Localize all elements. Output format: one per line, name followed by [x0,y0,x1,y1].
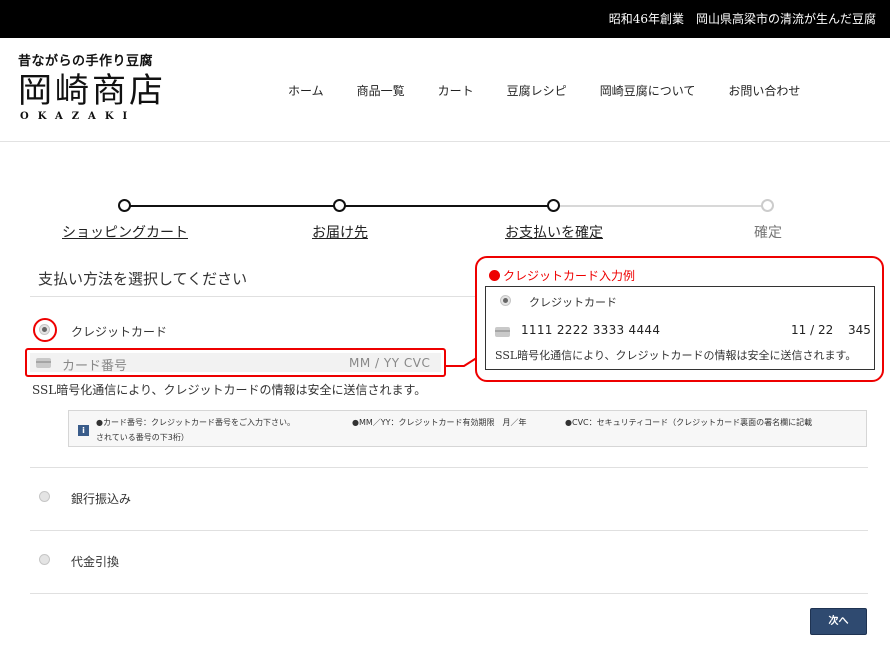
site-logo[interactable]: 昔ながらの手作り豆腐 岡崎商店 OKAZAKI [18,50,178,122]
help-card-number: ●カード番号：クレジットカード番号をご入力下さい。 [96,418,295,427]
example-card-number: 1111 2222 3333 4444 [521,323,661,337]
step-dot-payment [547,199,560,212]
step-dot-confirm [761,199,774,212]
step-label-cart[interactable]: ショッピングカート [62,222,188,242]
top-banner: 昭和46年創業 岡山県高梁市の清流が生んだ豆腐 [0,0,890,38]
nav-recipes[interactable]: 豆腐レシピ [507,82,567,99]
card-number-input[interactable]: カード番号 MM / YY CVC [30,353,441,374]
nav-home[interactable]: ホーム [288,82,324,99]
credit-card-icon [495,327,510,337]
logo-tagline: 昔ながらの手作り豆腐 [18,54,154,69]
nav-cart[interactable]: カート [438,82,474,99]
option-label-bank-transfer: 銀行振込み [71,492,132,506]
help-mmyy: ●MM／YY：クレジットカード有効期限 月／年 [352,418,527,427]
divider [30,530,868,531]
example-ssl-note: SSL暗号化通信により、クレジットカードの情報は安全に送信されます。 [495,349,857,362]
option-label-credit-card: クレジットカード [71,325,168,339]
card-input-highlight: カード番号 MM / YY CVC [25,348,446,377]
nav-about[interactable]: 岡崎豆腐について [600,82,696,99]
divider [30,467,868,468]
help-cvc: ●CVC：セキュリティコード（クレジットカード裏面の署名欄に記載 [565,418,813,427]
ssl-note: SSL暗号化通信により、クレジットカードの情報は安全に送信されます。 [32,383,427,397]
checkout-progress: ショッピングカート お届け先 お支払いを確定 確定 [0,192,890,252]
option-label-cash-on-delivery: 代金引換 [71,555,120,569]
card-number-placeholder: カード番号 [62,359,128,374]
info-icon: i [78,425,89,436]
example-cvc: 345 [848,323,871,337]
nav-contact[interactable]: お問い合わせ [728,82,800,99]
card-help-box: i ●カード番号：クレジットカード番号をご入力下さい。 ●MM／YY：クレジット… [68,410,867,447]
example-title: クレジットカード入力例 [489,267,635,284]
step-dot-cart [118,199,131,212]
step-dot-delivery [333,199,346,212]
logo-roman: OKAZAKI [20,111,137,122]
next-button[interactable]: 次へ [810,608,867,635]
step-label-delivery[interactable]: お届け先 [312,222,368,242]
example-radio-icon [500,295,511,306]
step-label-payment[interactable]: お支払いを確定 [505,222,603,242]
example-expiry: 11 / 22 [791,323,834,337]
logo-name: 岡崎商店 [18,71,166,111]
payment-section-title: 支払い方法を選択してください [38,270,248,288]
help-cvc-continued: されている番号の下3桁） [96,433,189,442]
main-nav: ホーム 商品一覧 カート 豆腐レシピ 岡崎豆腐について お問い合わせ [288,82,833,99]
radio-cash-on-delivery[interactable] [39,554,50,565]
divider [30,593,868,594]
site-header: 昔ながらの手作り豆腐 岡崎商店 OKAZAKI ホーム 商品一覧 カート 豆腐レ… [0,38,890,142]
radio-bank-transfer[interactable] [39,491,50,502]
radio-credit-card[interactable] [39,324,50,335]
example-card-panel: クレジットカード 1111 2222 3333 4444 11 / 22 345… [485,286,875,370]
example-option-label: クレジットカード [529,296,617,309]
nav-products[interactable]: 商品一覧 [357,82,405,99]
expiry-cvc-placeholder[interactable]: MM / YY CVC [349,356,430,370]
step-label-confirm: 確定 [754,225,782,241]
credit-card-icon [36,358,51,368]
credit-card-example-callout: クレジットカード入力例 クレジットカード 1111 2222 3333 4444… [475,256,884,382]
